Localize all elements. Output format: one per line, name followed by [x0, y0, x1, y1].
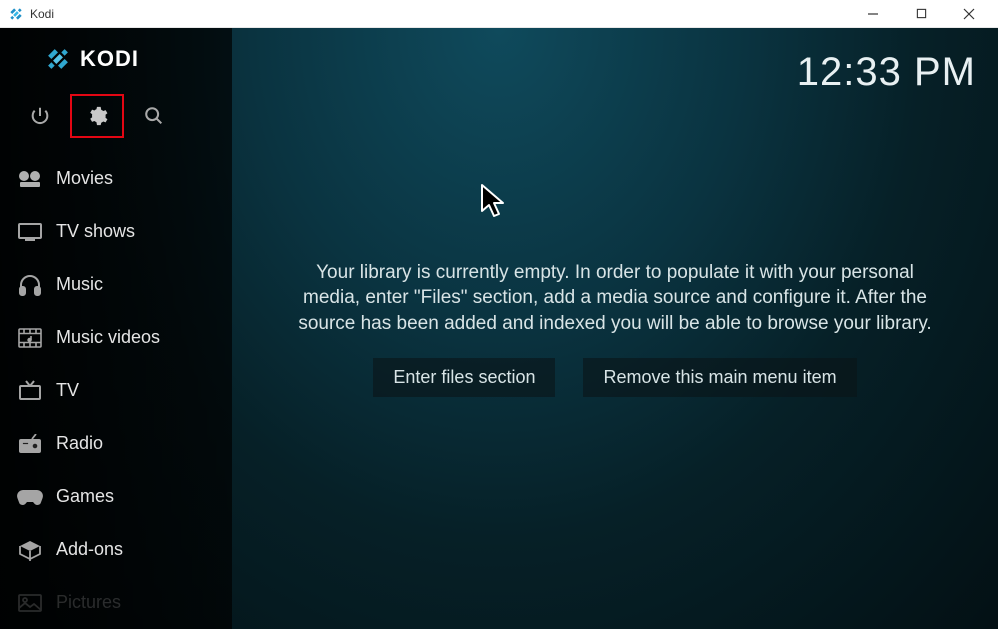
pictures-icon — [14, 594, 46, 612]
close-button[interactable] — [956, 4, 982, 24]
nav-label: TV — [56, 380, 79, 401]
action-buttons: Enter files section Remove this main men… — [373, 358, 856, 397]
addons-icon — [14, 539, 46, 561]
power-icon — [29, 105, 51, 127]
headphones-icon — [14, 274, 46, 296]
empty-library-message: Your library is currently empty. In orde… — [292, 260, 938, 337]
nav-item-tvshows[interactable]: TV shows — [0, 205, 232, 258]
clock: 12:33 PM — [797, 50, 976, 95]
app-body: KODI Movies TV shows — [0, 28, 998, 629]
logo: KODI — [0, 42, 232, 76]
nav-item-musicvideos[interactable]: Music videos — [0, 311, 232, 364]
nav-label: Add-ons — [56, 539, 123, 560]
nav-item-movies[interactable]: Movies — [0, 152, 232, 205]
minimize-button[interactable] — [860, 4, 886, 24]
main-content: Your library is currently empty. In orde… — [232, 28, 998, 629]
nav-label: Radio — [56, 433, 103, 454]
musicvideo-icon — [14, 328, 46, 348]
nav-item-music[interactable]: Music — [0, 258, 232, 311]
nav-item-addons[interactable]: Add-ons — [0, 523, 232, 576]
nav-label: Music videos — [56, 327, 160, 348]
nav-label: Music — [56, 274, 103, 295]
nav-item-tv[interactable]: TV — [0, 364, 232, 417]
nav-item-radio[interactable]: Radio — [0, 417, 232, 470]
film-icon — [14, 169, 46, 189]
nav-label: TV shows — [56, 221, 135, 242]
kodi-logo-icon — [44, 45, 72, 73]
nav-item-pictures[interactable]: Pictures — [0, 576, 232, 629]
app-icon — [8, 6, 24, 22]
window-title: Kodi — [30, 7, 860, 21]
gamepad-icon — [14, 488, 46, 506]
nav-list: Movies TV shows Music Music videos TV Ra… — [0, 152, 232, 629]
remove-menu-item-button[interactable]: Remove this main menu item — [583, 358, 856, 397]
nav-label: Pictures — [56, 592, 121, 613]
gear-icon — [86, 105, 108, 127]
search-icon — [143, 105, 165, 127]
radio-icon — [14, 434, 46, 454]
maximize-button[interactable] — [908, 4, 934, 24]
enter-files-button[interactable]: Enter files section — [373, 358, 555, 397]
top-icon-row — [0, 76, 232, 152]
sidebar: KODI Movies TV shows — [0, 28, 232, 629]
logo-text: KODI — [80, 46, 139, 72]
livetv-icon — [14, 380, 46, 402]
settings-button[interactable] — [85, 104, 109, 128]
nav-item-games[interactable]: Games — [0, 470, 232, 523]
settings-button-highlight — [70, 94, 124, 138]
power-button[interactable] — [28, 104, 52, 128]
window-controls — [860, 4, 982, 24]
nav-label: Games — [56, 486, 114, 507]
window-titlebar: Kodi — [0, 0, 998, 28]
search-button[interactable] — [142, 104, 166, 128]
nav-label: Movies — [56, 168, 113, 189]
tv-icon — [14, 223, 46, 241]
